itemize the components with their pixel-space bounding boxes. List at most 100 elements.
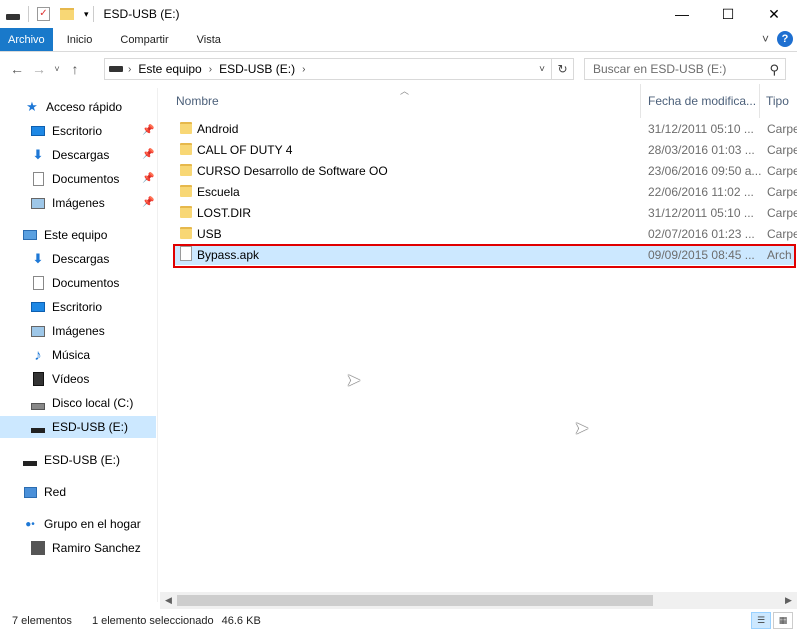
mouse-cursor-icon: ➤ — [574, 418, 590, 438]
breadcrumb-esd-usb[interactable]: ESD-USB (E:) — [219, 62, 295, 76]
file-date: 09/09/2015 08:45 ... — [648, 247, 755, 262]
nav-esd-usb-root[interactable]: ESD-USB (E:) — [22, 449, 120, 471]
breadcrumb-chevron[interactable]: › — [302, 64, 305, 75]
breadcrumb-este-equipo[interactable]: Este equipo — [138, 62, 201, 76]
nav-label: Ramiro Sanchez — [52, 541, 141, 555]
nav-pc-disco-local[interactable]: Disco local (C:) — [30, 392, 133, 414]
search-icon[interactable]: ⚲ — [769, 62, 779, 78]
nav-label: Documentos — [52, 172, 120, 186]
homegroup-icon: ●• — [25, 518, 35, 530]
large-icons-view-icon[interactable]: ▦ — [773, 612, 793, 629]
nav-quick-access[interactable]: ★ Acceso rápido — [24, 96, 122, 118]
file-row[interactable]: CURSO Desarrollo de Software OO 23/06/201… — [174, 160, 797, 181]
quick-access-toolbar: ✓ ▾ — [0, 6, 89, 22]
computer-icon — [22, 227, 38, 243]
folder-icon — [180, 206, 192, 218]
file-row[interactable]: Bypass.apk 09/09/2015 08:45 ... Arch — [174, 244, 796, 265]
help-icon[interactable]: ? — [777, 31, 793, 47]
maximize-button[interactable]: ☐ — [705, 0, 751, 28]
film-icon — [30, 371, 46, 387]
tab-compartir[interactable]: Compartir — [106, 28, 182, 51]
file-row[interactable]: USB 02/07/2016 01:23 ... Carpe — [174, 223, 797, 244]
nav-quick-descargas[interactable]: ⬇ Descargas — [30, 144, 110, 166]
file-type: Carpe — [767, 121, 797, 136]
column-header-name[interactable]: Nombre — [176, 84, 219, 118]
document-icon — [30, 275, 46, 291]
file-name: Escuela — [197, 184, 240, 199]
nav-quick-documentos[interactable]: Documentos — [30, 168, 119, 190]
selection-size: 46.6 KB — [221, 615, 261, 627]
nav-pc-escritorio[interactable]: Escritorio — [30, 296, 102, 318]
back-button[interactable]: ← — [6, 57, 28, 81]
pin-icon[interactable]: 📌 — [142, 197, 154, 208]
column-divider[interactable] — [759, 84, 760, 118]
pin-icon[interactable]: 📌 — [142, 173, 154, 184]
recent-locations-button[interactable]: ˅ — [50, 57, 64, 81]
nav-red[interactable]: Red — [22, 481, 66, 503]
nav-pc-documentos[interactable]: Documentos — [30, 272, 119, 294]
close-button[interactable]: ✕ — [751, 0, 797, 28]
usb-drive-icon — [22, 452, 38, 468]
nav-pc-musica[interactable]: ♪ Música — [30, 344, 90, 366]
scroll-left-icon[interactable]: ◀ — [160, 592, 177, 609]
file-date: 31/12/2011 05:10 ... — [648, 121, 754, 136]
nav-pc-esd-usb[interactable]: ESD-USB (E:) — [0, 416, 156, 438]
nav-pc-descargas[interactable]: ⬇ Descargas — [30, 248, 110, 270]
file-name: Bypass.apk — [197, 247, 260, 262]
details-view-icon[interactable]: ☰ — [751, 612, 771, 629]
nav-label: Acceso rápido — [46, 100, 123, 114]
folder-icon — [180, 185, 192, 197]
forward-button[interactable]: → — [28, 57, 50, 81]
address-dropdown-icon[interactable]: ˅ — [533, 59, 551, 79]
nav-label: ESD-USB (E:) — [44, 453, 121, 467]
file-name: USB — [197, 226, 222, 241]
breadcrumb-chevron[interactable]: › — [209, 64, 212, 75]
document-icon — [30, 171, 46, 187]
nav-quick-escritorio[interactable]: Escritorio — [30, 120, 102, 142]
expand-ribbon-icon[interactable]: ˅ — [762, 32, 769, 46]
search-input[interactable]: Buscar en ESD-USB (E:) ⚲ — [584, 58, 786, 80]
file-row[interactable]: CALL OF DUTY 4 28/03/2016 01:03 ... Carpe — [174, 139, 797, 160]
breadcrumb-chevron[interactable]: › — [128, 64, 131, 75]
folder-icon — [180, 122, 192, 134]
nav-este-equipo[interactable]: Este equipo — [22, 224, 107, 246]
new-folder-icon[interactable] — [60, 8, 74, 20]
nav-quick-imagenes[interactable]: Imágenes — [30, 192, 105, 214]
nav-grupo-hogar[interactable]: ●• Grupo en el hogar — [22, 513, 141, 535]
music-note-icon: ♪ — [34, 346, 42, 364]
file-row[interactable]: Android 31/12/2011 05:10 ... Carpe — [174, 118, 797, 139]
file-row[interactable]: Escuela 22/06/2016 11:02 ... Carpe — [174, 181, 797, 202]
download-arrow-icon: ⬇ — [32, 251, 44, 266]
tab-vista[interactable]: Vista — [183, 28, 235, 51]
drive-icon — [6, 14, 20, 20]
nav-pc-imagenes[interactable]: Imágenes — [30, 320, 105, 342]
nav-label: Vídeos — [52, 372, 90, 386]
refresh-icon[interactable]: ↻ — [551, 59, 573, 79]
column-header-date[interactable]: Fecha de modifica... — [648, 84, 756, 118]
tab-archivo[interactable]: Archivo — [0, 28, 53, 51]
column-header-type[interactable]: Tipo — [766, 84, 789, 118]
nav-user[interactable]: Ramiro Sanchez — [30, 537, 141, 559]
scrollbar-thumb[interactable] — [177, 595, 653, 606]
minimize-button[interactable]: — — [659, 0, 705, 28]
file-name: CURSO Desarrollo de Software OO — [197, 163, 388, 178]
scroll-right-icon[interactable]: ▶ — [780, 592, 797, 609]
up-button[interactable]: ↑ — [64, 57, 86, 81]
nav-pc-videos[interactable]: Vídeos — [30, 368, 89, 390]
pin-icon[interactable]: 📌 — [142, 125, 154, 136]
title-divider — [92, 6, 94, 22]
address-bar[interactable]: › Este equipo › ESD-USB (E:) › ˅ ↻ — [104, 58, 574, 80]
column-divider[interactable] — [640, 84, 641, 118]
file-row[interactable]: LOST.DIR 31/12/2011 05:10 ... Carpe — [174, 202, 797, 223]
horizontal-scrollbar[interactable]: ◀ ▶ — [160, 592, 797, 609]
toolbar-divider — [28, 6, 29, 22]
properties-icon[interactable]: ✓ — [37, 7, 50, 21]
file-type: Carpe — [767, 184, 797, 199]
file-name: LOST.DIR — [197, 205, 252, 220]
drive-icon — [109, 66, 123, 72]
tab-inicio[interactable]: Inicio — [53, 28, 107, 51]
download-arrow-icon: ⬇ — [32, 147, 44, 162]
address-row: ← → ˅ ↑ › Este equipo › ESD-USB (E:) › ˅… — [0, 54, 797, 84]
customize-toolbar-icon[interactable]: ▾ — [84, 9, 89, 20]
pin-icon[interactable]: 📌 — [142, 149, 154, 160]
